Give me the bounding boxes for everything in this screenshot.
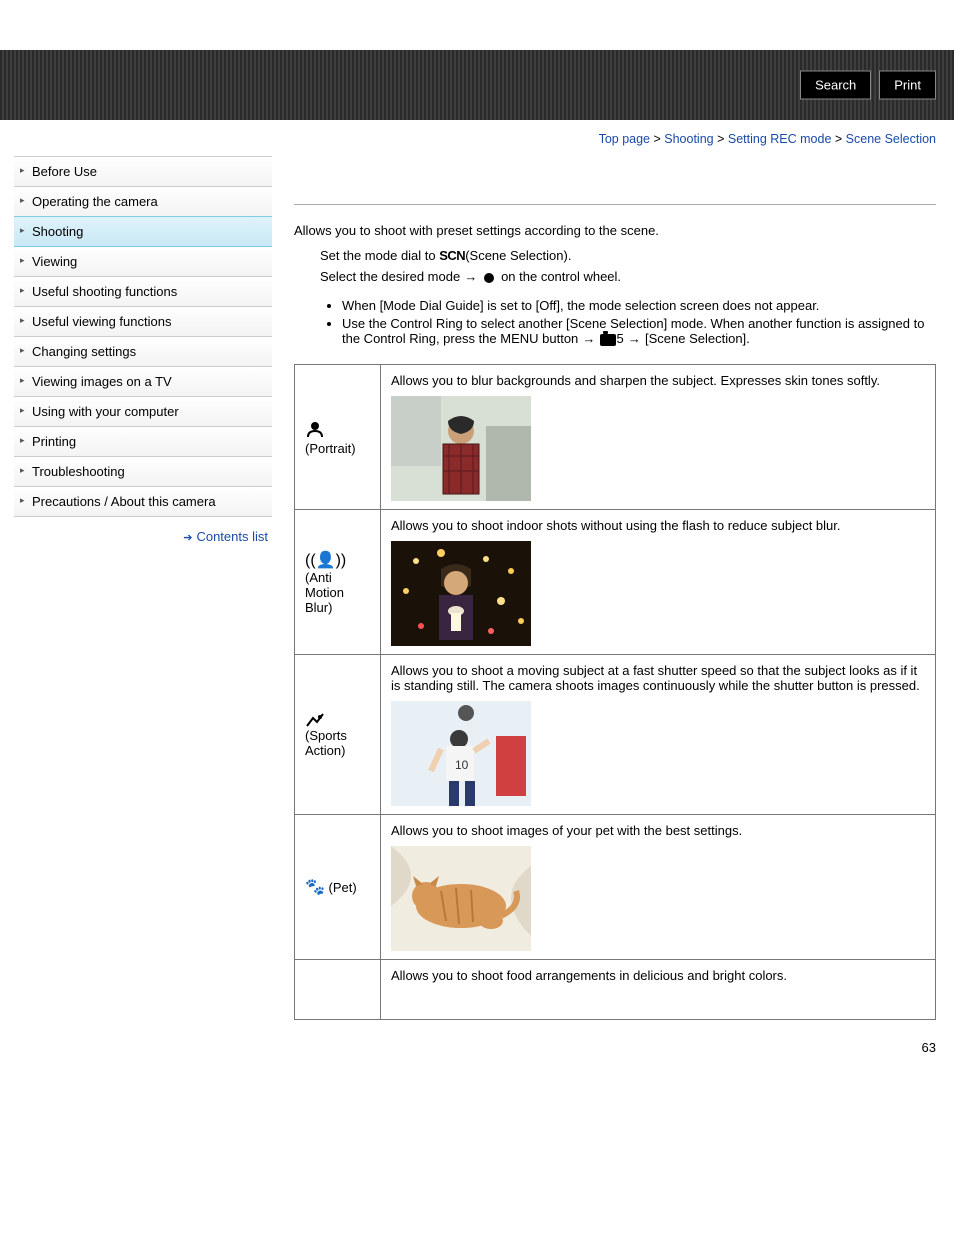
anti-motion-blur-icon: ((👤)) — [305, 552, 346, 569]
scene-desc: Allows you to shoot images of your pet w… — [391, 823, 742, 838]
svg-text:10: 10 — [455, 758, 469, 772]
table-row: (Portrait) Allows you to blur background… — [295, 365, 936, 510]
scene-name: (Sports Action) — [305, 728, 347, 758]
page-number: 63 — [0, 1020, 954, 1075]
arrow-right-icon: ➔ — [183, 532, 192, 544]
breadcrumb-sep: > — [831, 132, 845, 146]
scene-desc: Allows you to blur backgrounds and sharp… — [391, 373, 880, 388]
scene-icon-cell: 🐾 (Pet) — [295, 815, 381, 960]
sidebar-item-computer[interactable]: Using with your computer — [14, 397, 272, 427]
header-band: Search Print — [0, 50, 954, 120]
sidebar-item-changing-settings[interactable]: Changing settings — [14, 337, 272, 367]
scene-icon-cell: (Portrait) — [295, 365, 381, 510]
breadcrumb-sep: > — [650, 132, 664, 146]
intro-text: Allows you to shoot with preset settings… — [294, 223, 936, 238]
table-row: 🐾 (Pet) Allows you to shoot images of yo… — [295, 815, 936, 960]
print-button[interactable]: Print — [879, 71, 936, 100]
table-row: ((👤)) (Anti Motion Blur) Allows you to s… — [295, 510, 936, 655]
scene-desc-cell: Allows you to blur backgrounds and sharp… — [381, 365, 936, 510]
step2-pre: Select the desired mode — [320, 269, 464, 284]
notes-list: When [Mode Dial Guide] is set to [Off], … — [294, 298, 936, 346]
scene-name: (Anti Motion Blur) — [305, 570, 344, 615]
sidebar-item-troubleshooting[interactable]: Troubleshooting — [14, 457, 272, 487]
step-2: Select the desired mode → on the control… — [320, 269, 936, 284]
breadcrumb-link-shooting[interactable]: Shooting — [664, 132, 713, 146]
portrait-sample-image — [391, 396, 531, 501]
camera-menu-icon — [600, 334, 616, 346]
scene-name: (Portrait) — [305, 441, 356, 456]
pet-mode-icon: 🐾 — [305, 879, 325, 896]
step1-post: (Scene Selection). — [465, 248, 571, 263]
breadcrumb-link-rec[interactable]: Setting REC mode — [728, 132, 832, 146]
table-row: Allows you to shoot food arrangements in… — [295, 960, 936, 1020]
scene-name: (Pet) — [325, 880, 357, 895]
step1-pre: Set the mode dial to — [320, 248, 439, 263]
divider — [294, 204, 936, 205]
step-1: Set the mode dial to SCN(Scene Selection… — [320, 248, 936, 263]
breadcrumb: Top page > Shooting > Setting REC mode >… — [0, 120, 954, 156]
note-item: When [Mode Dial Guide] is set to [Off], … — [342, 298, 936, 313]
scene-table: (Portrait) Allows you to blur background… — [294, 364, 936, 1020]
table-row: (Sports Action) Allows you to shoot a mo… — [295, 655, 936, 815]
scene-desc-cell: Allows you to shoot images of your pet w… — [381, 815, 936, 960]
sidebar-item-useful-viewing[interactable]: Useful viewing functions — [14, 307, 272, 337]
sidebar-item-before-use[interactable]: Before Use — [14, 157, 272, 187]
breadcrumb-link-top[interactable]: Top page — [599, 132, 650, 146]
portrait-mode-icon — [305, 419, 325, 439]
sidebar-item-printing[interactable]: Printing — [14, 427, 272, 457]
step-block: Set the mode dial to SCN(Scene Selection… — [294, 244, 936, 294]
arrow-right-icon: → — [627, 331, 641, 346]
sidebar-item-useful-shooting[interactable]: Useful shooting functions — [14, 277, 272, 307]
breadcrumb-current: Scene Selection — [846, 132, 936, 146]
scene-desc-cell: Allows you to shoot food arrangements in… — [381, 960, 936, 1020]
nav-list: Before Use Operating the camera Shooting… — [14, 156, 272, 517]
scene-desc-cell: Allows you to shoot indoor shots without… — [381, 510, 936, 655]
scene-desc-cell: Allows you to shoot a moving subject at … — [381, 655, 936, 815]
sidebar-item-viewing[interactable]: Viewing — [14, 247, 272, 277]
scene-desc: Allows you to shoot a moving subject at … — [391, 663, 920, 693]
scn-mode-icon: SCN — [439, 248, 465, 263]
main-content: Allows you to shoot with preset settings… — [272, 156, 954, 1020]
pet-sample-image — [391, 846, 531, 951]
arrow-right-icon: → — [464, 269, 478, 284]
step2-post: on the control wheel. — [501, 269, 621, 284]
scene-icon-cell — [295, 960, 381, 1020]
note-item: Use the Control Ring to select another [… — [342, 316, 936, 346]
center-button-icon — [484, 273, 494, 283]
anti-motion-blur-sample-image — [391, 541, 531, 646]
scene-desc: Allows you to shoot food arrangements in… — [391, 968, 787, 983]
camera-menu-suffix: 5 — [617, 331, 624, 346]
scene-icon-cell: ((👤)) (Anti Motion Blur) — [295, 510, 381, 655]
search-button[interactable]: Search — [800, 71, 871, 100]
contents-list-link[interactable]: Contents list — [196, 529, 268, 544]
breadcrumb-sep: > — [714, 132, 728, 146]
sidebar-item-viewing-tv[interactable]: Viewing images on a TV — [14, 367, 272, 397]
arrow-right-icon: → — [582, 331, 596, 346]
sidebar-item-precautions[interactable]: Precautions / About this camera — [14, 487, 272, 517]
scene-icon-cell: (Sports Action) — [295, 655, 381, 815]
sports-action-icon — [305, 712, 325, 728]
header-buttons: Search Print — [800, 71, 936, 100]
scene-desc: Allows you to shoot indoor shots without… — [391, 518, 840, 533]
sports-action-sample-image: 10 — [391, 701, 531, 806]
note2-post: [Scene Selection]. — [641, 331, 749, 346]
sidebar: Before Use Operating the camera Shooting… — [0, 156, 272, 544]
contents-list-wrapper: ➔ Contents list — [14, 517, 272, 544]
sidebar-item-operating[interactable]: Operating the camera — [14, 187, 272, 217]
sidebar-item-shooting[interactable]: Shooting — [14, 216, 272, 247]
